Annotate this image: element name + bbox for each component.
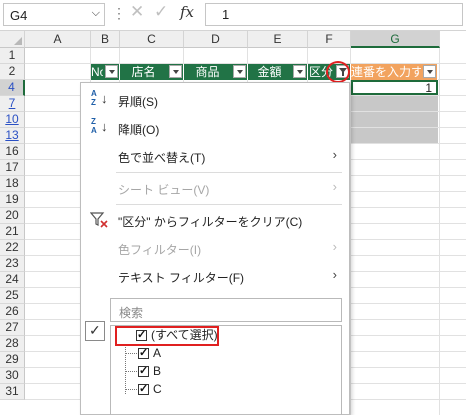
filter-dropdown-icon[interactable] bbox=[293, 65, 306, 78]
row-header[interactable]: 19 bbox=[0, 192, 25, 208]
row-header[interactable]: 7 bbox=[0, 96, 25, 112]
row-header[interactable]: 22 bbox=[0, 240, 25, 256]
row-header[interactable]: 21 bbox=[0, 224, 25, 240]
menu-separator bbox=[116, 204, 342, 205]
list-item-label: A bbox=[153, 346, 162, 360]
row-header[interactable]: 23 bbox=[0, 256, 25, 272]
menu-item-label: "区分" からフィルターをクリア(C) bbox=[118, 215, 303, 229]
row-header[interactable]: 10 bbox=[0, 112, 25, 128]
checkbox[interactable]: ✓ bbox=[138, 347, 149, 359]
checkbox[interactable]: ✓ bbox=[138, 383, 149, 395]
column-header-d[interactable]: D bbox=[184, 31, 248, 48]
cancel-icon[interactable]: ✕ bbox=[130, 2, 144, 22]
submenu-arrow-icon: › bbox=[332, 179, 337, 194]
formula-value: 1 bbox=[222, 7, 230, 22]
formula-bar: G4 ⌵ ⋮ ✕ ✓ fx 1 bbox=[0, 0, 466, 31]
row-header[interactable]: 29 bbox=[0, 352, 25, 368]
column-header-c[interactable]: C bbox=[120, 31, 184, 48]
sort-descending-icon: Z A ↓ bbox=[91, 117, 108, 135]
menu-item-sheet-view: シート ビュー(V) › bbox=[81, 174, 349, 202]
row-header[interactable]: 17 bbox=[0, 160, 25, 176]
row-header[interactable]: 4 bbox=[0, 80, 25, 96]
filter-search-input[interactable]: 検索 bbox=[110, 298, 342, 322]
highlight-box bbox=[115, 326, 219, 346]
row-header[interactable]: 27 bbox=[0, 320, 25, 336]
active-cell[interactable]: 1 bbox=[351, 80, 438, 95]
check-icon: ✓ bbox=[85, 321, 105, 341]
column-header-a[interactable]: A bbox=[25, 31, 91, 48]
clear-filter-icon bbox=[90, 212, 108, 228]
submenu-arrow-icon: › bbox=[332, 267, 337, 282]
row-header[interactable]: 30 bbox=[0, 368, 25, 384]
menu-item-label: シート ビュー(V) bbox=[118, 183, 210, 197]
chevron-down-icon[interactable]: ⌵ bbox=[92, 7, 100, 20]
cell-value: 1 bbox=[425, 81, 432, 95]
header-cell-store[interactable]: 店名 bbox=[120, 64, 184, 80]
row-header[interactable]: 16 bbox=[0, 144, 25, 160]
filter-dropdown-icon[interactable] bbox=[169, 65, 182, 78]
tree-line bbox=[125, 353, 137, 354]
header-label: 店名 bbox=[131, 65, 156, 79]
column-header-e[interactable]: E bbox=[248, 31, 308, 48]
highlight-circle bbox=[326, 61, 350, 83]
header-cell-product[interactable]: 商品 bbox=[184, 64, 248, 80]
sort-ascending-icon: A Z ↓ bbox=[91, 89, 108, 107]
select-all-corner[interactable] bbox=[0, 31, 25, 48]
name-box[interactable]: G4 ⌵ bbox=[3, 3, 105, 26]
filled-cell[interactable] bbox=[351, 128, 438, 143]
tree-line bbox=[125, 389, 137, 390]
checkbox[interactable]: ✓ bbox=[138, 365, 149, 377]
filter-dropdown-icon[interactable] bbox=[105, 65, 118, 78]
row-header[interactable]: 13 bbox=[0, 128, 25, 144]
menu-item-clear-filter[interactable]: "区分" からフィルターをクリア(C) bbox=[81, 206, 349, 234]
filter-menu: A Z ↓ 昇順(S) Z A ↓ 降順(O) 色で並べ替え(T) › シート ビュー(… bbox=[80, 82, 350, 415]
submenu-arrow-icon: › bbox=[332, 239, 337, 254]
column-header-g[interactable]: G bbox=[351, 31, 440, 48]
header-cell-serial[interactable]: 連番を入力す bbox=[351, 64, 438, 80]
menu-item-color-filter: 色フィルター(I) › bbox=[81, 234, 349, 262]
confirm-icon[interactable]: ✓ bbox=[154, 2, 168, 22]
tree-line bbox=[125, 344, 126, 394]
menu-item-sort-by-color[interactable]: 色で並べ替え(T) › bbox=[81, 142, 349, 170]
filled-cell[interactable] bbox=[351, 96, 438, 111]
menu-item-label: 降順(O) bbox=[118, 123, 160, 137]
menu-separator bbox=[116, 172, 342, 173]
submenu-arrow-icon: › bbox=[332, 147, 337, 162]
list-item-label: C bbox=[153, 382, 162, 396]
menu-item-text-filter[interactable]: テキスト フィルター(F) › bbox=[81, 262, 349, 290]
menu-item-sort-asc[interactable]: A Z ↓ 昇順(S) bbox=[81, 86, 349, 114]
header-label: 金額 bbox=[257, 65, 282, 79]
filter-dropdown-icon[interactable] bbox=[423, 65, 436, 78]
row-header[interactable]: 24 bbox=[0, 272, 25, 288]
row-header[interactable]: 28 bbox=[0, 336, 25, 352]
row-header[interactable]: 20 bbox=[0, 208, 25, 224]
header-label: 連番を入力す bbox=[351, 65, 421, 79]
menu-item-label: 色で並べ替え(T) bbox=[118, 151, 206, 165]
formula-input[interactable]: 1 bbox=[205, 3, 463, 26]
filter-dropdown-icon[interactable] bbox=[233, 65, 246, 78]
filled-cell[interactable] bbox=[351, 112, 438, 127]
menu-item-sort-desc[interactable]: Z A ↓ 降順(O) bbox=[81, 114, 349, 142]
name-box-value: G4 bbox=[10, 8, 28, 23]
header-label: No bbox=[91, 65, 103, 79]
tree-line bbox=[125, 371, 137, 372]
column-header-b[interactable]: B bbox=[91, 31, 120, 48]
menu-item-label: 色フィルター(I) bbox=[118, 243, 202, 257]
row-header[interactable]: 25 bbox=[0, 288, 25, 304]
column-header-f[interactable]: F bbox=[308, 31, 351, 48]
menu-item-label: 昇順(S) bbox=[118, 95, 158, 109]
row-header[interactable]: 18 bbox=[0, 176, 25, 192]
row-header[interactable]: 31 bbox=[0, 384, 25, 400]
header-cell-no[interactable]: No bbox=[91, 64, 120, 80]
more-options-icon[interactable]: ⋮ bbox=[112, 5, 126, 22]
row-header[interactable]: 26 bbox=[0, 304, 25, 320]
menu-item-label: テキスト フィルター(F) bbox=[118, 271, 245, 285]
row-header[interactable]: 1 bbox=[0, 48, 25, 64]
header-cell-amount[interactable]: 金額 bbox=[248, 64, 308, 80]
function-icon[interactable]: fx bbox=[180, 3, 194, 21]
row-header[interactable]: 2 bbox=[0, 64, 25, 80]
search-placeholder: 検索 bbox=[119, 306, 144, 320]
list-item-label: B bbox=[153, 364, 162, 378]
header-label: 商品 bbox=[195, 65, 220, 79]
